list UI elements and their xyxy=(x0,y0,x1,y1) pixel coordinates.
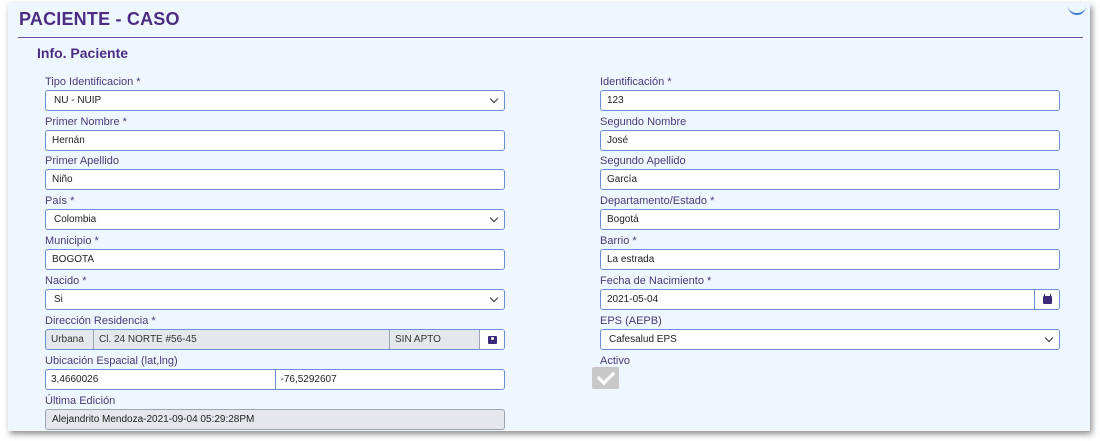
title-divider xyxy=(18,37,1083,38)
direccion-calle[interactable]: Cl. 24 NORTE #56-45 xyxy=(94,330,390,349)
fecha-nacimiento-label: Fecha de Nacimiento * xyxy=(600,275,712,287)
chevron-down-icon xyxy=(489,293,499,303)
departamento-label: Departamento/Estado * xyxy=(600,195,715,207)
primer-apellido-input[interactable]: Niño xyxy=(45,169,505,190)
ubicacion-label: Ubicación Espacial (lat,lng) xyxy=(45,355,178,367)
direccion-label: Dirección Residencia * xyxy=(45,315,156,327)
tipo-identificacion-label: Tipo Identificacion * xyxy=(45,76,141,88)
segundo-apellido-label: Segundo Apellido xyxy=(600,155,686,167)
municipio-label: Municipio * xyxy=(45,235,99,247)
fecha-nacimiento-input[interactable]: 2021-05-04 xyxy=(600,289,1060,310)
date-picker-button[interactable] xyxy=(1034,290,1059,309)
direccion-zona[interactable]: Urbana xyxy=(46,330,94,349)
eps-select[interactable]: Cafesalud EPS xyxy=(600,329,1060,350)
barrio-input[interactable]: La estrada xyxy=(600,249,1060,270)
chevron-down-icon xyxy=(489,94,499,104)
latitude-input[interactable]: 3,4660026 xyxy=(46,370,276,389)
identificacion-label: Identificación * xyxy=(600,76,672,88)
pais-label: País * xyxy=(45,195,75,207)
direccion-group: Urbana Cl. 24 NORTE #56-45 SIN APTO xyxy=(45,329,505,350)
calendar-icon xyxy=(1042,293,1052,304)
segundo-nombre-label: Segundo Nombre xyxy=(600,116,687,128)
longitude-input[interactable]: -76,5292607 xyxy=(276,370,505,389)
barrio-label: Barrio * xyxy=(600,235,637,247)
ultima-edicion-field: Alejandrito Mendoza-2021-09-04 05:29:28P… xyxy=(45,409,505,430)
address-button[interactable] xyxy=(480,330,504,349)
primer-nombre-input[interactable]: Hernán xyxy=(45,130,505,151)
primer-apellido-label: Primer Apellido xyxy=(45,155,119,167)
eps-value: Cafesalud EPS xyxy=(609,334,677,345)
activo-label: Activo xyxy=(600,355,630,367)
identificacion-input[interactable]: 123 xyxy=(600,90,1060,111)
primer-nombre-label: Primer Nombre * xyxy=(45,116,127,128)
ultima-edicion-label: Última Edición xyxy=(45,395,116,407)
section-title: Info. Paciente xyxy=(37,45,129,61)
departamento-input[interactable]: Bogotá xyxy=(600,209,1060,230)
eps-label: EPS (AEPB) xyxy=(600,315,662,327)
nacido-value: Si xyxy=(54,294,63,305)
activo-checkbox[interactable] xyxy=(592,366,619,389)
refresh-icon[interactable] xyxy=(1068,3,1086,15)
segundo-apellido-input[interactable]: García xyxy=(600,169,1060,190)
fecha-nacimiento-value: 2021-05-04 xyxy=(607,294,659,305)
pais-select[interactable]: Colombia xyxy=(45,209,505,230)
ubicacion-group: 3,4660026 -76,5292607 xyxy=(45,369,505,390)
page-title: PACIENTE - CASO xyxy=(19,9,180,29)
pais-value: Colombia xyxy=(54,214,97,225)
chevron-down-icon xyxy=(489,213,499,223)
tipo-identificacion-value: NU - NUIP xyxy=(54,95,102,106)
nacido-select[interactable]: Si xyxy=(45,289,505,310)
address-card-icon xyxy=(487,335,497,344)
direccion-apto[interactable]: SIN APTO xyxy=(390,330,480,349)
segundo-nombre-input[interactable]: José xyxy=(600,130,1060,151)
municipio-input[interactable]: BOGOTA xyxy=(45,249,505,270)
nacido-label: Nacido * xyxy=(45,275,87,287)
chevron-down-icon xyxy=(1044,333,1054,343)
tipo-identificacion-select[interactable]: NU - NUIP xyxy=(45,90,505,111)
check-icon xyxy=(596,366,615,386)
